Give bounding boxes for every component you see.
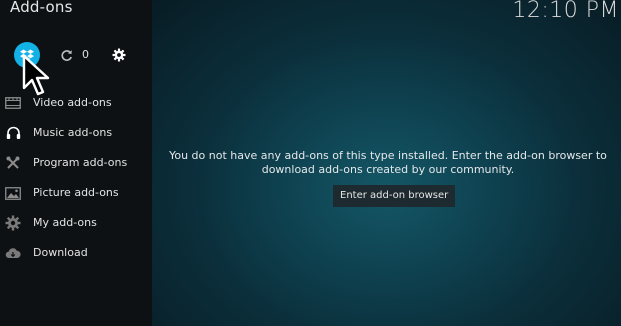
clock: 12:10 PM	[512, 0, 619, 23]
sidebar-item-my-addons[interactable]: My add-ons	[0, 208, 152, 238]
film-icon	[5, 95, 21, 111]
mouse-pointer-icon	[22, 54, 50, 96]
sidebar-item-program-addons[interactable]: Program add-ons	[0, 148, 152, 178]
settings-button[interactable]	[111, 47, 127, 63]
empty-state-message-line-1: You do not have any add-ons of this type…	[169, 149, 607, 162]
update-count: 0	[82, 48, 89, 61]
enter-addon-browser-button[interactable]: Enter add-on browser	[333, 185, 456, 207]
puzzle-gear-icon	[5, 215, 21, 231]
sidebar-item-label: Picture add-ons	[33, 186, 119, 199]
sidebar-item-label: Music add-ons	[33, 126, 113, 139]
sidebar-item-picture-addons[interactable]: Picture add-ons	[0, 178, 152, 208]
cloud-download-icon	[5, 245, 21, 261]
sidebar-item-download[interactable]: Download	[0, 238, 152, 268]
empty-state-message-line-2: download add-ons created by our communit…	[261, 163, 515, 176]
content-area: 12:10 PM You do not have any add-ons of …	[152, 0, 621, 326]
sidebar-item-label: Video add-ons	[33, 96, 112, 109]
tools-icon	[5, 155, 21, 171]
picture-icon	[5, 185, 21, 201]
sidebar: Add-ons 0 Video add-ons Music add-ons Pr…	[0, 0, 152, 326]
check-updates-button[interactable]	[58, 47, 74, 63]
page-title: Add-ons	[10, 0, 73, 16]
sidebar-nav: Video add-ons Music add-ons Program add-…	[0, 88, 152, 268]
kodi-addons-screen: Add-ons 0 Video add-ons Music add-ons Pr…	[0, 0, 621, 326]
gear-icon	[112, 48, 126, 62]
sidebar-item-label: Program add-ons	[33, 156, 128, 169]
headphones-icon	[5, 125, 21, 141]
refresh-icon	[60, 49, 72, 61]
sidebar-item-label: My add-ons	[33, 216, 97, 229]
sidebar-item-label: Download	[33, 246, 88, 259]
sidebar-item-music-addons[interactable]: Music add-ons	[0, 118, 152, 148]
empty-state-message: You do not have any add-ons of this type…	[168, 149, 608, 177]
